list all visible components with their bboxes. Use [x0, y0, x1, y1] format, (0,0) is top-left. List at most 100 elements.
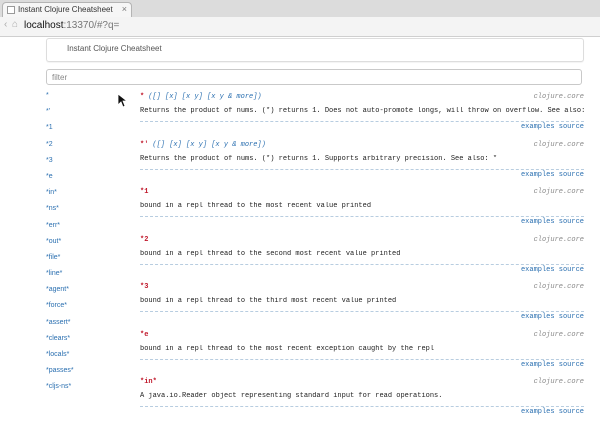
source-link[interactable]: source — [559, 313, 584, 321]
entry-namespace: clojure.core — [533, 235, 584, 244]
sidebar-item[interactable]: *passes* — [46, 367, 136, 383]
sidebar-item[interactable]: *e — [46, 173, 136, 189]
sidebar-item[interactable]: *cljs-ns* — [46, 383, 136, 399]
entry-docstring: bound in a repl thread to the second mos… — [140, 249, 401, 258]
examples-link[interactable]: examples — [521, 123, 555, 131]
entry-divider — [140, 263, 584, 265]
sidebar-item[interactable]: *2 — [46, 141, 136, 157]
page-header: Instant Clojure Cheatsheet — [46, 38, 584, 62]
entry-namespace: clojure.core — [533, 378, 584, 386]
sidebar-item[interactable]: *agent* — [46, 286, 136, 302]
sidebar-item[interactable]: *ns* — [46, 205, 136, 221]
entry-divider — [140, 311, 584, 312]
entry-docstring: A java.io.Reader object representing sta… — [140, 392, 443, 400]
entry-divider — [140, 216, 584, 217]
sidebar-item[interactable]: *in* — [46, 189, 136, 205]
entry-docstring: bound in a repl thread to the most recen… — [140, 202, 372, 210]
source-link[interactable]: source — [559, 171, 584, 179]
examples-link[interactable]: examples — [521, 361, 555, 369]
entry-symbol: *' — [140, 140, 149, 149]
sidebar-item[interactable]: *' — [46, 108, 136, 124]
source-link[interactable]: source — [559, 361, 584, 369]
entry-symbol: *in* — [140, 378, 157, 386]
browser-tab[interactable]: Instant Clojure Cheatsheet × — [2, 2, 132, 17]
entry-namespace: clojure.core — [533, 93, 584, 101]
entry-symbol: *2 — [140, 235, 149, 244]
url-field[interactable]: localhost:13370/#?q= — [24, 20, 119, 31]
entry-name[interactable]: *1 — [140, 188, 152, 196]
page-icon — [7, 6, 15, 14]
entry-namespace: clojure.core — [533, 188, 584, 196]
entry-name[interactable]: *'([] [x] [x y] [x y & more]) — [140, 141, 266, 149]
sidebar-item[interactable]: *clears* — [46, 335, 136, 351]
entry-name[interactable]: *in* — [140, 378, 161, 386]
entry-links: examples source — [516, 170, 584, 179]
entry-divider — [140, 168, 584, 170]
entry-item: *([] [x] [x y] [x y & more]) clojure.core… — [140, 90, 584, 138]
entry-namespace: clojure.core — [533, 330, 584, 339]
entry-links: examples source — [516, 408, 584, 416]
sidebar-item[interactable]: *err* — [46, 222, 136, 238]
entry-links: examples source — [516, 218, 584, 226]
back-icon[interactable]: ‹ — [4, 19, 7, 30]
sidebar-item[interactable]: *1 — [46, 124, 136, 140]
entry-docstring: Returns the product of nums. (*) returns… — [140, 154, 498, 163]
examples-link[interactable]: examples — [521, 171, 555, 179]
entry-links: examples source — [516, 123, 584, 131]
sidebar-item[interactable]: *assert* — [46, 319, 136, 335]
entry-links: examples source — [516, 265, 584, 274]
entry-namespace: clojure.core — [533, 283, 584, 291]
tab-bar: Instant Clojure Cheatsheet × — [0, 0, 600, 18]
entry-name[interactable]: *([] [x] [x y] [x y & more]) — [140, 93, 262, 101]
entry-item: *'([] [x] [x y] [x y & more]) clojure.cor… — [140, 138, 584, 186]
tab-title: Instant Clojure Cheatsheet — [18, 5, 113, 14]
entry-name[interactable]: *3 — [140, 283, 152, 291]
examples-link[interactable]: examples — [521, 266, 555, 274]
entry-item: *e clojure.core bound in a repl thread to … — [140, 328, 584, 376]
entry-item: *1 clojure.core bound in a repl thread to … — [140, 185, 584, 233]
url-path: :13370/#?q= — [63, 20, 120, 31]
page-title: Instant Clojure Cheatsheet — [67, 44, 162, 53]
entry-divider — [140, 406, 584, 407]
entry-item: *3 clojure.core bound in a repl thread to … — [140, 280, 584, 328]
entry-links: examples source — [516, 360, 584, 369]
url-host: localhost — [24, 20, 64, 31]
sidebar-item[interactable]: *line* — [46, 270, 136, 286]
entry-name[interactable]: *2 — [140, 236, 152, 244]
entry-divider — [140, 358, 584, 360]
source-link[interactable]: source — [559, 123, 584, 131]
source-link[interactable]: source — [559, 266, 584, 274]
entry-docstring: Returns the product of nums. (*) returns… — [140, 107, 584, 115]
close-tab-icon[interactable]: × — [122, 4, 127, 14]
sidebar-item[interactable]: *file* — [46, 254, 136, 270]
entry-item: *2 clojure.core bound in a repl thread to … — [140, 233, 584, 281]
sidebar-item[interactable]: *force* — [46, 302, 136, 318]
home-icon[interactable]: ⌂ — [12, 19, 18, 30]
entry-docstring: bound in a repl thread to the most recen… — [140, 344, 435, 353]
entry-divider — [140, 121, 584, 122]
entry-arglist: ([] [x] [x y] [x y & more]) — [152, 140, 266, 149]
entry-symbol: *e — [140, 330, 149, 339]
entry-symbol: *3 — [140, 283, 149, 291]
examples-link[interactable]: examples — [521, 408, 555, 416]
entry-symbol: *1 — [140, 188, 149, 196]
entry-name[interactable]: *e — [140, 331, 152, 339]
sidebar-item[interactable]: *locals* — [46, 351, 136, 367]
entry-links: examples source — [516, 313, 584, 321]
entry-docstring: bound in a repl thread to the third most… — [140, 297, 397, 305]
sidebar-item[interactable]: *3 — [46, 157, 136, 173]
examples-link[interactable]: examples — [521, 313, 555, 321]
address-bar: ‹ ⌂ localhost:13370/#?q= — [0, 17, 600, 37]
mouse-cursor-icon — [118, 94, 128, 108]
entry-item: *in* clojure.core A java.io.Reader object … — [140, 375, 584, 423]
entry-symbol: * — [140, 93, 145, 101]
filter-input[interactable] — [46, 69, 582, 85]
entry-namespace: clojure.core — [533, 140, 584, 149]
sidebar-symbol-list: * *' *1 *2 *3 *e *in* *ns* *err* *out* *file* *line… — [46, 92, 136, 400]
sidebar-item[interactable]: *out* — [46, 238, 136, 254]
examples-link[interactable]: examples — [521, 218, 555, 226]
source-link[interactable]: source — [559, 408, 584, 416]
source-link[interactable]: source — [559, 218, 584, 226]
entry-arglist: ([] [x] [x y] [x y & more]) — [148, 93, 262, 101]
entries-list: *([] [x] [x y] [x y & more]) clojure.core… — [140, 90, 584, 423]
